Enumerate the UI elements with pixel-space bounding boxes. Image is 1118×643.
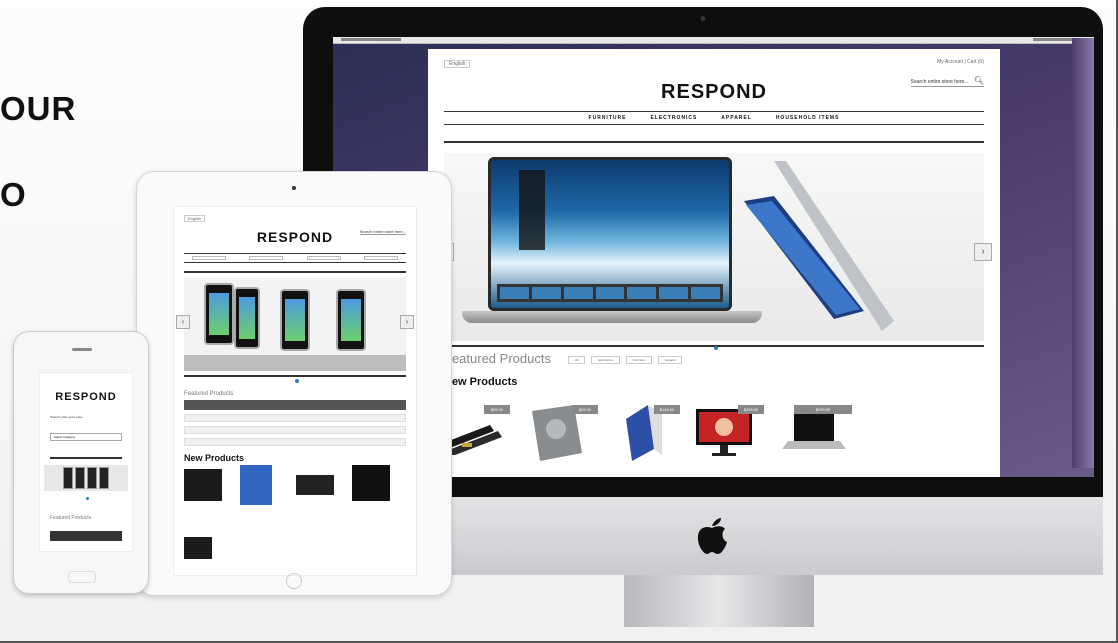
language-select[interactable]: English [444, 60, 471, 68]
product-thumb[interactable] [184, 537, 212, 559]
featured-title: Featured Products [444, 351, 551, 366]
nav-item-apparel[interactable]: APPAREL [721, 112, 752, 124]
iphone-product-image[interactable] [204, 283, 234, 345]
imac-screen-edge [1072, 38, 1094, 468]
product-harddrive[interactable]: $29.00 [528, 405, 598, 466]
product-thumb[interactable] [296, 475, 334, 495]
slider-next-button[interactable]: › [400, 315, 414, 329]
featured-tab[interactable] [184, 426, 406, 434]
product-thumb[interactable] [184, 469, 222, 501]
featured-tab[interactable] [184, 414, 406, 422]
imac-camera [700, 16, 706, 21]
iphone-device: RESPOND Search entire store here... Sele… [13, 331, 149, 594]
featured-title: Featured Products [50, 515, 92, 521]
main-nav [184, 253, 406, 263]
language-select[interactable]: English [184, 215, 206, 222]
nav-item[interactable] [249, 256, 284, 260]
nav-item[interactable] [306, 256, 341, 260]
tab-all[interactable]: All [568, 356, 586, 364]
iphone-product-image[interactable] [336, 289, 366, 351]
headline-line-1: OUR [0, 90, 77, 127]
hero-slider [44, 465, 128, 491]
nav-item-household[interactable]: HOUSEHOLD ITEMS [776, 112, 840, 124]
iphone-product-image[interactable] [280, 289, 310, 351]
laptop-side-image [744, 161, 894, 331]
imac-stand [624, 575, 814, 627]
imac-chin [452, 497, 1103, 575]
featured-title: Featured Products [184, 391, 234, 397]
slider-prev-button[interactable]: ‹ [176, 315, 190, 329]
featured-tab[interactable] [184, 438, 406, 446]
nav-item-furniture[interactable]: FURNITURE [589, 112, 627, 124]
site-logo[interactable]: RESPOND [428, 81, 1000, 104]
slider-indicator-dot[interactable] [714, 346, 718, 350]
hero-headline: OUR O [0, 90, 77, 211]
apple-logo-icon [697, 518, 727, 554]
ipad-home-button[interactable] [286, 573, 302, 589]
laptop-base [462, 311, 762, 323]
featured-tab-active[interactable] [50, 531, 122, 541]
nav-item-electronics[interactable]: ELECTRONICS [650, 112, 697, 124]
phone-website: RESPOND Search entire store here... Sele… [39, 372, 133, 552]
laptop-image[interactable] [488, 157, 732, 311]
iphone-speaker [72, 348, 92, 351]
product-laptop[interactable]: $299.00 [780, 405, 852, 466]
product-thumb[interactable] [240, 465, 272, 505]
site-logo[interactable]: RESPOND [40, 391, 132, 403]
tab-apparel[interactable]: Apparel [658, 356, 683, 364]
product-price: $299.00 [794, 405, 852, 414]
tablet-website: English Search entire store here... RESP… [173, 206, 417, 576]
slider-next-button[interactable]: › [974, 243, 992, 261]
hero-slider: ‹ › [436, 153, 992, 341]
headline-line-2: O [0, 176, 27, 213]
hero-slider: ‹ › [176, 277, 414, 371]
divider [50, 457, 122, 459]
featured-tab-active[interactable] [184, 400, 406, 410]
product-price: $149.00 [654, 405, 680, 414]
ipad-device: English Search entire store here... RESP… [136, 171, 452, 596]
featured-tabs: All Electronics Furniture Apparel [568, 356, 683, 364]
tab-electronics[interactable]: Electronics [591, 356, 621, 364]
search-input[interactable]: Search entire store here... [50, 415, 85, 419]
product-price: $399.00 [738, 405, 764, 414]
new-products-title: New Products [184, 453, 245, 463]
category-select[interactable]: Select Category [50, 433, 122, 441]
divider [184, 271, 406, 273]
nav-item[interactable] [192, 256, 226, 260]
divider [444, 141, 984, 143]
account-links[interactable]: My Account | Cart (0) [937, 59, 984, 65]
iphone-product-image[interactable] [234, 287, 260, 349]
slider-indicator-dot[interactable] [295, 379, 299, 383]
product-price: $29.00 [572, 405, 598, 414]
nav-item[interactable] [363, 256, 398, 260]
desktop-website: English My Account | Cart (0) Search ent… [428, 49, 1000, 477]
tab-furniture[interactable]: Furniture [626, 356, 653, 364]
main-nav: FURNITURE ELECTRONICS APPAREL HOUSEHOLD … [444, 111, 984, 125]
new-products-title: New Products [444, 376, 518, 388]
product-price: $99.00 [484, 405, 510, 414]
product-pc-case[interactable]: $149.00 [618, 405, 688, 466]
product-thumb[interactable] [352, 465, 390, 501]
mac-menubar [333, 37, 1094, 44]
product-monitor[interactable]: $399.00 [694, 405, 766, 466]
divider [184, 375, 406, 377]
ipad-camera [292, 186, 296, 190]
site-logo[interactable]: RESPOND [174, 229, 416, 245]
slider-indicator-dot[interactable] [86, 497, 89, 500]
iphone-home-button[interactable] [68, 571, 96, 583]
